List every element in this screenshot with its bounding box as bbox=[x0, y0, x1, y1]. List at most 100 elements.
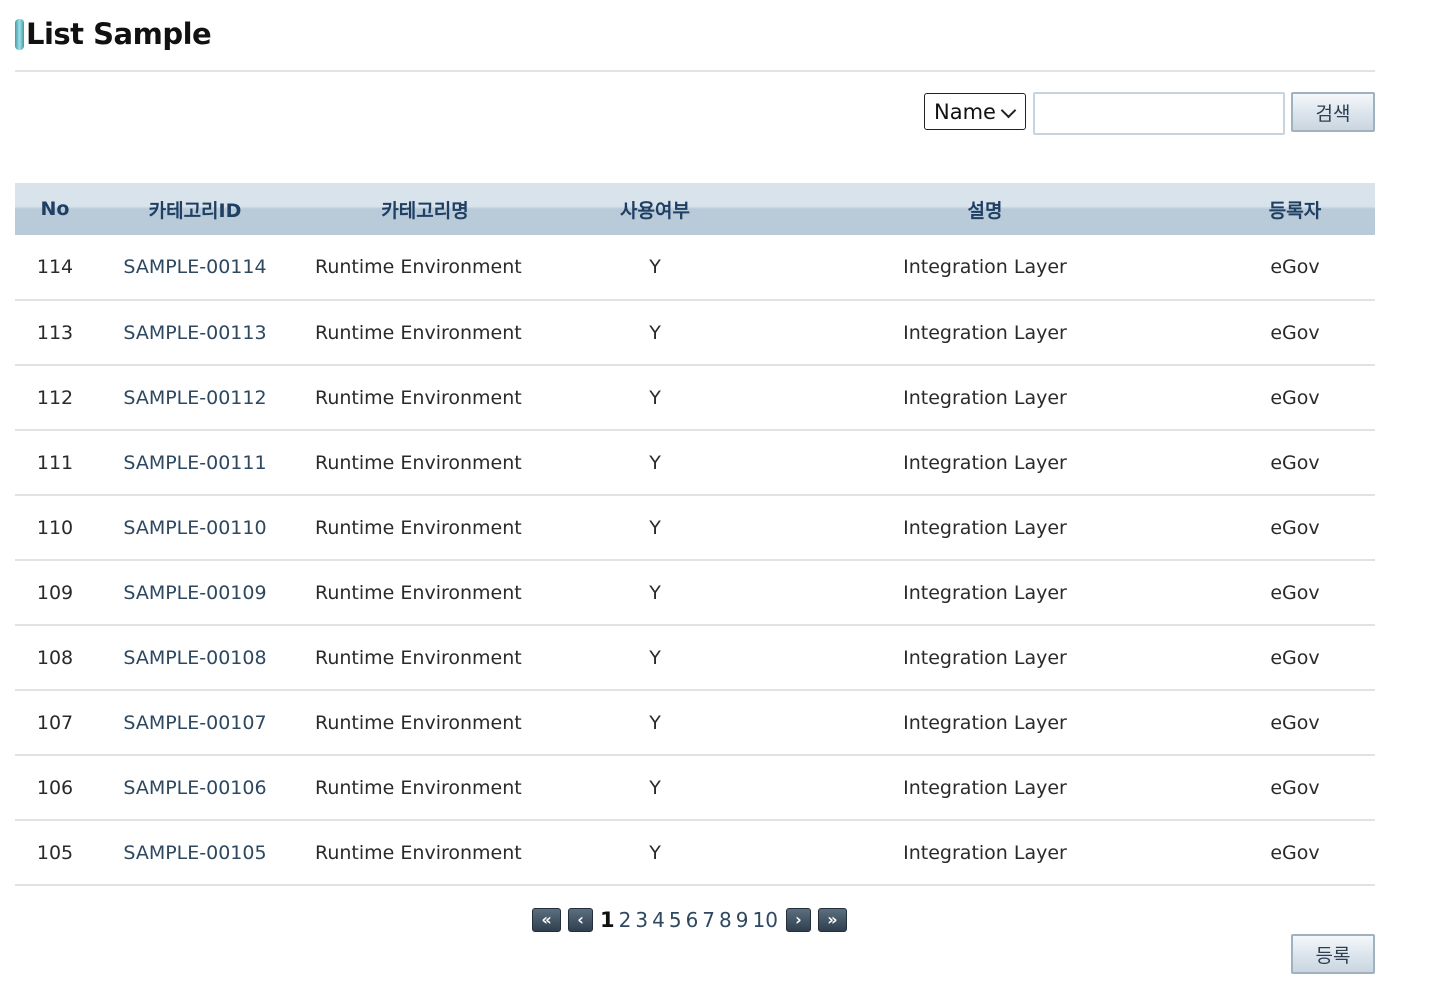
cell-description: Integration Layer bbox=[755, 755, 1215, 821]
cell-description: Integration Layer bbox=[755, 365, 1215, 431]
cell-use-yn: Y bbox=[555, 625, 755, 691]
cell-no: 110 bbox=[15, 495, 95, 561]
cell-no: 107 bbox=[15, 690, 95, 756]
category-id-link[interactable]: SAMPLE-00107 bbox=[95, 690, 295, 756]
page-number-link[interactable]: 3 bbox=[635, 910, 648, 930]
cell-no: 111 bbox=[15, 430, 95, 496]
cell-use-yn: Y bbox=[555, 300, 755, 366]
category-id-link[interactable]: SAMPLE-00105 bbox=[95, 820, 295, 886]
search-button[interactable]: 검색 bbox=[1291, 92, 1375, 132]
table-row: 107 SAMPLE-00107 Runtime Environment Y Integ… bbox=[15, 690, 1375, 756]
table-row: 109 SAMPLE-00109 Runtime Environment Y Integ… bbox=[15, 560, 1375, 626]
cell-description: Integration Layer bbox=[755, 820, 1215, 886]
title-divider bbox=[15, 70, 1375, 72]
table-row: 114 SAMPLE-00114 Runtime Environment Y Integ… bbox=[15, 235, 1375, 301]
column-header: 사용여부 bbox=[620, 199, 690, 222]
cell-use-yn: Y bbox=[555, 365, 755, 431]
page-number-link[interactable]: 9 bbox=[736, 910, 749, 930]
table-row: 106 SAMPLE-00106 Runtime Environment Y Integ… bbox=[15, 755, 1375, 821]
cell-registrant: eGov bbox=[1215, 495, 1375, 561]
page-number-link[interactable]: 6 bbox=[686, 910, 699, 930]
cell-registrant: eGov bbox=[1215, 560, 1375, 626]
cell-use-yn: Y bbox=[555, 755, 755, 821]
cell-description: Integration Layer bbox=[755, 625, 1215, 691]
cell-registrant: eGov bbox=[1215, 820, 1375, 886]
page-number-link[interactable]: 7 bbox=[702, 910, 715, 930]
cell-description: Integration Layer bbox=[755, 430, 1215, 496]
double-chevron-left-icon[interactable]: « bbox=[532, 908, 561, 932]
category-id-link[interactable]: SAMPLE-00110 bbox=[95, 495, 295, 561]
search-keyword-input[interactable] bbox=[1033, 92, 1285, 135]
category-id-link[interactable]: SAMPLE-00112 bbox=[95, 365, 295, 431]
page-title-text: List Sample bbox=[26, 17, 212, 51]
cell-use-yn: Y bbox=[555, 820, 755, 886]
table-row: 111 SAMPLE-00111 Runtime Environment Y Integ… bbox=[15, 430, 1375, 496]
cell-description: Integration Layer bbox=[755, 495, 1215, 561]
cell-category-name: Runtime Environment bbox=[295, 690, 555, 756]
cell-category-name: Runtime Environment bbox=[295, 430, 555, 496]
cell-use-yn: Y bbox=[555, 495, 755, 561]
cell-registrant: eGov bbox=[1215, 625, 1375, 691]
chevron-left-icon[interactable]: ‹ bbox=[568, 908, 593, 932]
search-condition-value: Name bbox=[934, 99, 996, 124]
cell-category-name: Runtime Environment bbox=[295, 235, 555, 301]
column-header: No bbox=[40, 198, 70, 220]
category-id-link[interactable]: SAMPLE-00111 bbox=[95, 430, 295, 496]
column-header: 등록자 bbox=[1268, 199, 1322, 222]
double-chevron-right-icon[interactable]: » bbox=[817, 908, 847, 932]
page-number-link[interactable]: 2 bbox=[619, 910, 632, 930]
page-number-link[interactable]: 5 bbox=[669, 910, 682, 930]
category-id-link[interactable]: SAMPLE-00109 bbox=[95, 560, 295, 626]
cell-registrant: eGov bbox=[1215, 430, 1375, 496]
column-header: 카테고리ID bbox=[148, 199, 242, 222]
category-id-link[interactable]: SAMPLE-00113 bbox=[95, 300, 295, 366]
cell-category-name: Runtime Environment bbox=[295, 625, 555, 691]
cell-registrant: eGov bbox=[1215, 235, 1375, 301]
column-header: 설명 bbox=[967, 199, 1003, 222]
register-button[interactable]: 등록 bbox=[1291, 934, 1375, 974]
cell-category-name: Runtime Environment bbox=[295, 820, 555, 886]
cell-no: 109 bbox=[15, 560, 95, 626]
cell-no: 106 bbox=[15, 755, 95, 821]
cell-use-yn: Y bbox=[555, 690, 755, 756]
page-number-current[interactable]: 1 bbox=[600, 909, 615, 931]
chevron-right-icon[interactable]: › bbox=[785, 908, 811, 932]
category-id-link[interactable]: SAMPLE-00108 bbox=[95, 625, 295, 691]
cell-description: Integration Layer bbox=[755, 690, 1215, 756]
cell-description: Integration Layer bbox=[755, 235, 1215, 301]
table-header-row: No 카테고리ID 카테고리명 사용여부 설명 등록자 bbox=[15, 183, 1375, 235]
table-row: 105 SAMPLE-00105 Runtime Environment Y Integ… bbox=[15, 820, 1375, 886]
cell-registrant: eGov bbox=[1215, 755, 1375, 821]
title-marker-icon bbox=[15, 18, 24, 50]
cell-no: 108 bbox=[15, 625, 95, 691]
cell-use-yn: Y bbox=[555, 560, 755, 626]
cell-no: 113 bbox=[15, 300, 95, 366]
page-number-link[interactable]: 10 bbox=[753, 910, 778, 930]
sample-list-table: No 카테고리ID 카테고리명 사용여부 설명 등록자 114 SAMPLE-00114 Ru… bbox=[15, 183, 1375, 886]
cell-no: 112 bbox=[15, 365, 95, 431]
category-id-link[interactable]: SAMPLE-00114 bbox=[95, 235, 295, 301]
table-row: 108 SAMPLE-00108 Runtime Environment Y Integ… bbox=[15, 625, 1375, 691]
chevron-down-icon bbox=[1000, 102, 1017, 119]
category-id-link[interactable]: SAMPLE-00106 bbox=[95, 755, 295, 821]
pagination: « ‹ 1 2 3 4 5 6 7 8 9 10 › » bbox=[532, 906, 847, 934]
cell-use-yn: Y bbox=[555, 430, 755, 496]
search-condition-select[interactable]: Name bbox=[924, 93, 1026, 130]
cell-category-name: Runtime Environment bbox=[295, 300, 555, 366]
table-body: 114 SAMPLE-00114 Runtime Environment Y Integ… bbox=[15, 235, 1375, 886]
page-number-link[interactable]: 8 bbox=[719, 910, 732, 930]
cell-use-yn: Y bbox=[555, 235, 755, 301]
page-number-link[interactable]: 4 bbox=[652, 910, 665, 930]
cell-description: Integration Layer bbox=[755, 300, 1215, 366]
cell-registrant: eGov bbox=[1215, 365, 1375, 431]
cell-no: 105 bbox=[15, 820, 95, 886]
cell-category-name: Runtime Environment bbox=[295, 755, 555, 821]
table-row: 112 SAMPLE-00112 Runtime Environment Y Integ… bbox=[15, 365, 1375, 431]
cell-registrant: eGov bbox=[1215, 300, 1375, 366]
cell-category-name: Runtime Environment bbox=[295, 560, 555, 626]
cell-registrant: eGov bbox=[1215, 690, 1375, 756]
cell-category-name: Runtime Environment bbox=[295, 495, 555, 561]
cell-no: 114 bbox=[15, 235, 95, 301]
page-title: List Sample bbox=[15, 14, 212, 54]
table-row: 113 SAMPLE-00113 Runtime Environment Y Integ… bbox=[15, 300, 1375, 366]
